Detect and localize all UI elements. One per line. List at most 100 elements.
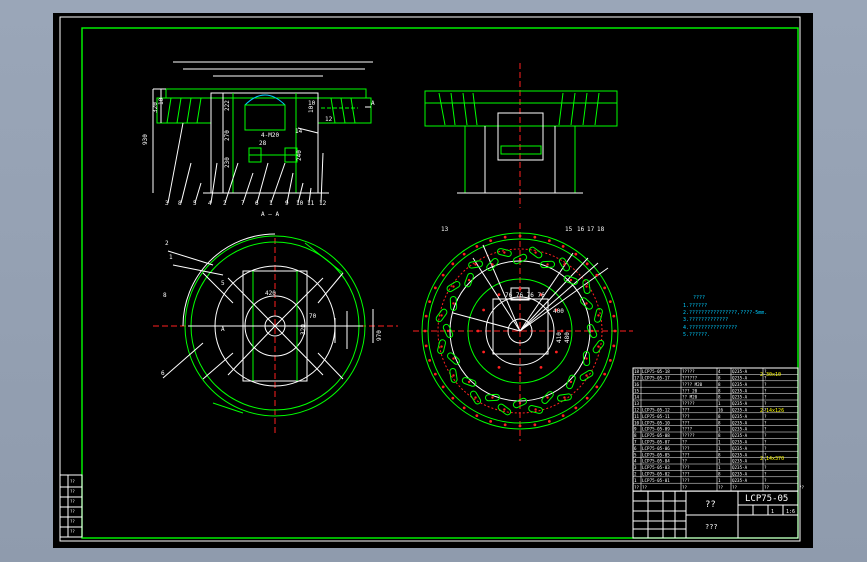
parts-list-cell: ??? [682,446,690,451]
plan-right-dim-a: 410 [556,332,563,343]
chain-pin [467,380,471,384]
chain-pin [503,408,506,411]
parts-list-cell: ? [764,472,767,477]
bolt-hole [612,314,616,318]
bolt-hole [423,329,427,333]
chain-pin [569,380,573,384]
section-balloon: 11 [307,200,315,207]
parts-list-cell: 8 [718,395,721,400]
parts-list-cell: 1 [718,440,721,445]
parts-list-cell: ? [764,478,767,483]
parts-list-cell: Q235-A [732,388,748,393]
chain-pin [452,357,455,360]
bolt-hole [585,396,589,400]
parts-list-cell: ?? [682,440,688,445]
left-strip-text: ?? [70,499,75,504]
parts-list-cell: 9 [634,427,637,432]
bolt-hole [574,406,578,410]
plan-left-balloon: 5 [221,280,225,287]
parts-list-cell: LCP75-05-10 [642,420,670,425]
dim-side-b: 230 [224,157,231,168]
title-block-name: ?? [705,500,716,510]
bolt-hole [554,350,558,354]
parts-list-cell: LCP75-05-05 [642,452,670,457]
bolt-hole [561,414,565,418]
left-strip-text: ?? [70,479,75,484]
parts-list-cell: 8 [718,433,721,438]
drawing-canvas[interactable]: 930 320 10 222 270 230 240 10 10 12 14 2… [53,13,813,548]
bolt-hole [424,314,428,318]
bolt-hole [482,308,486,312]
parts-list-cell: LCP75-05-08 [642,433,670,438]
chain-pin [546,396,549,399]
parts-list-cell: 15 [634,388,640,393]
parts-list-cell: Q235-A [732,446,748,451]
parts-list-cell: ???? [682,427,693,432]
chain-pin [467,278,471,282]
parts-list-cell: ? [764,465,767,470]
chain-pin [474,263,477,266]
parts-list-cell: 8 [718,414,721,419]
bolt-hole [518,371,522,375]
bolt-hole [547,419,551,423]
dim-small-right: 12 [325,116,333,123]
chain-pin [585,374,588,377]
chain-pin [452,374,455,377]
dim-center: 240 [296,150,303,161]
left-strip-text: ?? [70,529,75,534]
cut-mark-right: A [371,100,375,107]
parts-list-cell: 16 [718,408,724,413]
chain-pin [440,314,443,317]
chain-pin [597,345,600,348]
bolt-hole [428,358,432,362]
parts-list-cell: Q235-A [732,452,748,457]
parts-list-cell: LCP75-05-09 [642,427,670,432]
parts-list-cell: ? [764,427,767,432]
bolt-hole [608,358,612,362]
bolt-hole [482,350,486,354]
parts-list-cell: Q235-A [732,433,748,438]
parts-list-cell: Q235-A [732,459,748,464]
parts-list-cell: LCP75-05-04 [642,459,670,464]
plan-view-right[interactable] [413,223,633,441]
parts-list-cell: ????? [682,401,695,406]
bolt-hole [424,344,428,348]
elevation-view[interactable] [424,63,618,208]
parts-list-cell: 8 [634,433,637,438]
parts-list[interactable]: 18 LCP75-05-18????? 4 Q235-A ?17 LCP75-05-17?… [632,367,805,492]
parts-list-cell: Q235-A [732,440,748,445]
bolt-hole [462,252,466,256]
plan-view-left[interactable] [153,233,398,433]
parts-list-cell: LCP75-05-11 [642,414,670,419]
bolt-hole [489,239,493,243]
parts-list-cell: 1 [718,427,721,432]
parts-list-cell: 3 [634,465,637,470]
chain-pin [585,285,588,288]
plan-right-dim-b: 480 [564,332,571,343]
chain-pin [491,396,494,399]
parts-list-cell: ? [764,446,767,451]
bolt-hole [433,372,437,376]
bolt-hole [560,329,564,333]
bolt-hole [441,273,445,277]
parts-list-cell: ??? [682,472,690,477]
left-margin-strip [59,474,83,538]
bolt-hole [547,239,551,243]
section-balloon: 6 [255,200,259,207]
parts-list-cell: 1 [718,459,721,464]
parts-list-cell: Q235-A [732,420,748,425]
parts-list-cell: ? [764,420,767,425]
bolt-hole [533,423,537,427]
parts-list-cell: Q235-A [732,478,748,483]
chain-pin [569,278,573,282]
cad-viewport: 930 320 10 222 270 230 240 10 10 12 14 2… [0,0,867,562]
parts-list-cell: 18 [634,369,640,374]
parts-list-cell: LCP75-05-06 [642,446,670,451]
bolt-hole [475,244,479,248]
parts-list-cell: Q235-A [732,408,748,413]
chain-pin [534,251,537,254]
chain-pin [491,263,494,266]
parts-list-cell: ??? [682,478,690,483]
parts-list-cell: 10 [634,420,640,425]
parts-list-cell: Q235-A [732,395,748,400]
